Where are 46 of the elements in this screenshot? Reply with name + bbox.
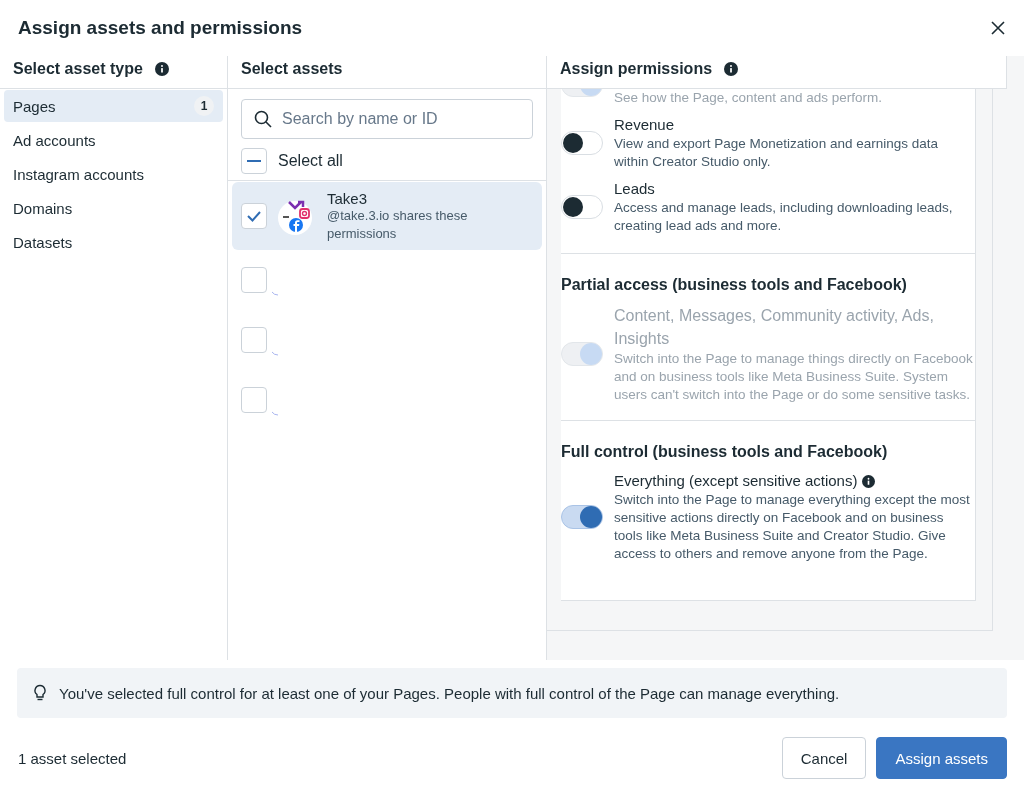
notice-text: You've selected full control for at least one of your Pages. People with full control of the Page can manage everything. xyxy=(59,684,840,702)
permission-description: View and export Page Monetization and earnings data within Creator Studio only. xyxy=(614,135,939,171)
cancel-button[interactable]: Cancel xyxy=(781,737,867,779)
section-heading: Partial access (business tools and Facebook) xyxy=(561,276,908,294)
permission-description: See how the Page, content and ads perform. xyxy=(614,89,883,107)
selection-status: 1 asset selected xyxy=(18,749,127,767)
info-icon[interactable] xyxy=(862,474,876,488)
checkbox[interactable] xyxy=(241,327,267,353)
permission-title: Revenue xyxy=(614,115,675,135)
search-field[interactable]: Search by name or ID xyxy=(241,99,533,139)
asset-type-item[interactable]: Ad accounts xyxy=(4,124,223,156)
checkbox[interactable] xyxy=(241,267,267,293)
asset-type-item[interactable]: Pages 1 xyxy=(4,90,223,122)
asset-type-item[interactable]: Instagram accounts xyxy=(4,158,223,190)
select-all-label[interactable]: Select all xyxy=(278,152,343,170)
info-icon[interactable] xyxy=(154,62,169,76)
search-icon xyxy=(254,110,272,128)
assign-button[interactable]: Assign assets xyxy=(876,737,1007,779)
toggle-switch[interactable] xyxy=(561,505,603,529)
asset-subtitle: @take.3.io shares these permissions xyxy=(327,206,469,243)
checkbox[interactable] xyxy=(241,148,267,174)
column-heading: Select assets xyxy=(241,60,343,78)
loading-spinner-icon xyxy=(271,410,279,416)
loading-spinner-icon xyxy=(271,350,279,356)
column-heading: Assign permissions xyxy=(560,60,713,78)
permission-title: Everything (except sensitive actions) xyxy=(614,471,858,491)
asset-row[interactable]: Take3 @take.3.io shares these permissions xyxy=(232,182,542,250)
permission-description: Switch into the Page to manage everything except the most sensitive actions directly on Facebook and on business tools like Meta Business Suite and Creator Studio. Give access to others and remove anyone from the Page. xyxy=(614,491,971,563)
checkbox[interactable] xyxy=(241,203,267,229)
asset-type-item[interactable]: Domains xyxy=(4,192,223,224)
checkbox[interactable] xyxy=(241,387,267,413)
lightbulb-icon xyxy=(33,684,47,702)
permission-description: Switch into the Page to manage things directly on Facebook and on business tools like Meta Business Suite. System users can't switch into the Page or do some sensitive tasks. xyxy=(614,350,974,404)
count-badge: 1 xyxy=(194,96,214,116)
info-icon[interactable] xyxy=(724,62,739,76)
loading-spinner-icon xyxy=(271,290,279,296)
asset-name: Take3 xyxy=(327,189,369,207)
asset-type-item[interactable]: Datasets xyxy=(4,226,223,258)
toggle-switch[interactable] xyxy=(561,195,603,219)
permission-title: Content, Messages, Community activity, Ads, Insights xyxy=(614,306,935,349)
permission-description: Access and manage leads, including downloading leads, creating lead ads and more. xyxy=(614,199,954,235)
dialog-title: Assign assets and permissions xyxy=(18,17,303,39)
section-heading: Full control (business tools and Facebook) xyxy=(561,443,889,461)
column-heading: Select asset type xyxy=(13,60,143,78)
permission-title: Leads xyxy=(614,179,655,199)
toggle-switch[interactable] xyxy=(561,131,603,155)
